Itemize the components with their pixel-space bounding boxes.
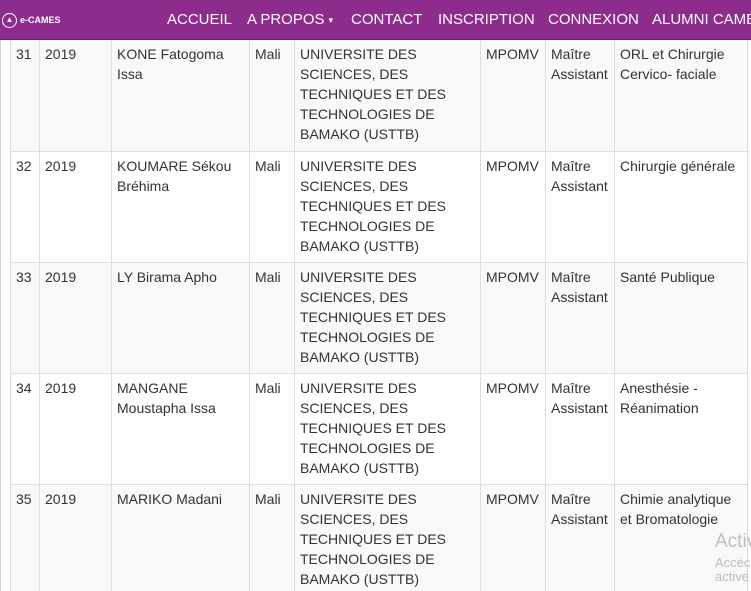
table-row: 32 2019 KOUMARE Sékou Bréhima Mali UNIVE… [10, 150, 748, 263]
nav-inscription[interactable]: INSCRIPTION [438, 0, 535, 39]
cell-country: Mali [249, 261, 295, 374]
cell-year: 2019 [39, 372, 112, 485]
cell-university: UNIVERSITE DES SCIENCES, DES TECHNIQUES … [294, 261, 481, 374]
cell-university: UNIVERSITE DES SCIENCES, DES TECHNIQUES … [294, 40, 481, 152]
cell-number: 34 [10, 372, 40, 485]
nav-connexion[interactable]: CONNEXION [548, 0, 639, 39]
cell-country: Mali [249, 150, 295, 263]
table-row: 33 2019 LY Birama Apho Mali UNIVERSITE D… [10, 261, 748, 374]
cell-year: 2019 [39, 150, 112, 263]
brand-logo-link[interactable]: ▲ e-CAMES [2, 9, 61, 31]
cell-number: 35 [10, 483, 40, 591]
cell-committee: MPOMV [480, 483, 546, 591]
cell-number: 31 [10, 40, 40, 152]
nav-a-propos[interactable]: A PROPOS ▾ [247, 0, 334, 39]
nav-contact[interactable]: CONTACT [351, 0, 422, 39]
page-content: 31 2019 KONE Fatogoma Issa Mali UNIVERSI… [0, 40, 751, 591]
cell-grade: Maître Assistant [545, 372, 615, 485]
cell-university: UNIVERSITE DES SCIENCES, DES TECHNIQUES … [294, 150, 481, 263]
container-edge [0, 40, 1, 591]
cames-logo-icon: ▲ [2, 12, 17, 28]
cell-name: KOUMARE Sékou Bréhima [111, 150, 250, 263]
cell-university: UNIVERSITE DES SCIENCES, DES TECHNIQUES … [294, 483, 481, 591]
cell-specialty: ORL et Chirurgie Cervico- faciale [614, 40, 748, 152]
results-table: 31 2019 KONE Fatogoma Issa Mali UNIVERSI… [10, 40, 748, 591]
cell-country: Mali [249, 483, 295, 591]
nav-a-propos-label: A PROPOS [247, 11, 325, 28]
cell-specialty: Chimie analytique et Bromatologie [614, 483, 748, 591]
chevron-down-icon: ▾ [328, 15, 334, 26]
cell-year: 2019 [39, 261, 112, 374]
cell-year: 2019 [39, 40, 112, 152]
cell-year: 2019 [39, 483, 112, 591]
cell-grade: Maître Assistant [545, 483, 615, 591]
cell-specialty: Santé Publique [614, 261, 748, 374]
cell-committee: MPOMV [480, 40, 546, 152]
table-row: 31 2019 KONE Fatogoma Issa Mali UNIVERSI… [10, 40, 748, 152]
brand-name: e-CAMES [20, 15, 61, 25]
cell-country: Mali [249, 40, 295, 152]
cell-specialty: Anesthésie - Réanimation [614, 372, 748, 485]
nav-accueil[interactable]: ACCUEIL [167, 0, 232, 39]
cell-number: 33 [10, 261, 40, 374]
table-row: 35 2019 MARIKO Madani Mali UNIVERSITE DE… [10, 483, 748, 591]
cell-grade: Maître Assistant [545, 261, 615, 374]
cell-grade: Maître Assistant [545, 40, 615, 152]
cell-number: 32 [10, 150, 40, 263]
cell-university: UNIVERSITE DES SCIENCES, DES TECHNIQUES … [294, 372, 481, 485]
cell-specialty: Chirurgie générale [614, 150, 748, 263]
cell-committee: MPOMV [480, 372, 546, 485]
cell-committee: MPOMV [480, 150, 546, 263]
cell-name: KONE Fatogoma Issa [111, 40, 250, 152]
nav-alumni-cames[interactable]: ALUMNI CAME [652, 0, 751, 39]
cell-name: MANGANE Moustapha Issa [111, 372, 250, 485]
cell-grade: Maître Assistant [545, 150, 615, 263]
table-row: 34 2019 MANGANE Moustapha Issa Mali UNIV… [10, 372, 748, 485]
cell-country: Mali [249, 372, 295, 485]
cell-name: LY Birama Apho [111, 261, 250, 374]
cell-name: MARIKO Madani [111, 483, 250, 591]
top-navbar: ▲ e-CAMES ACCUEIL A PROPOS ▾ CONTACT INSC… [0, 0, 751, 40]
cell-committee: MPOMV [480, 261, 546, 374]
